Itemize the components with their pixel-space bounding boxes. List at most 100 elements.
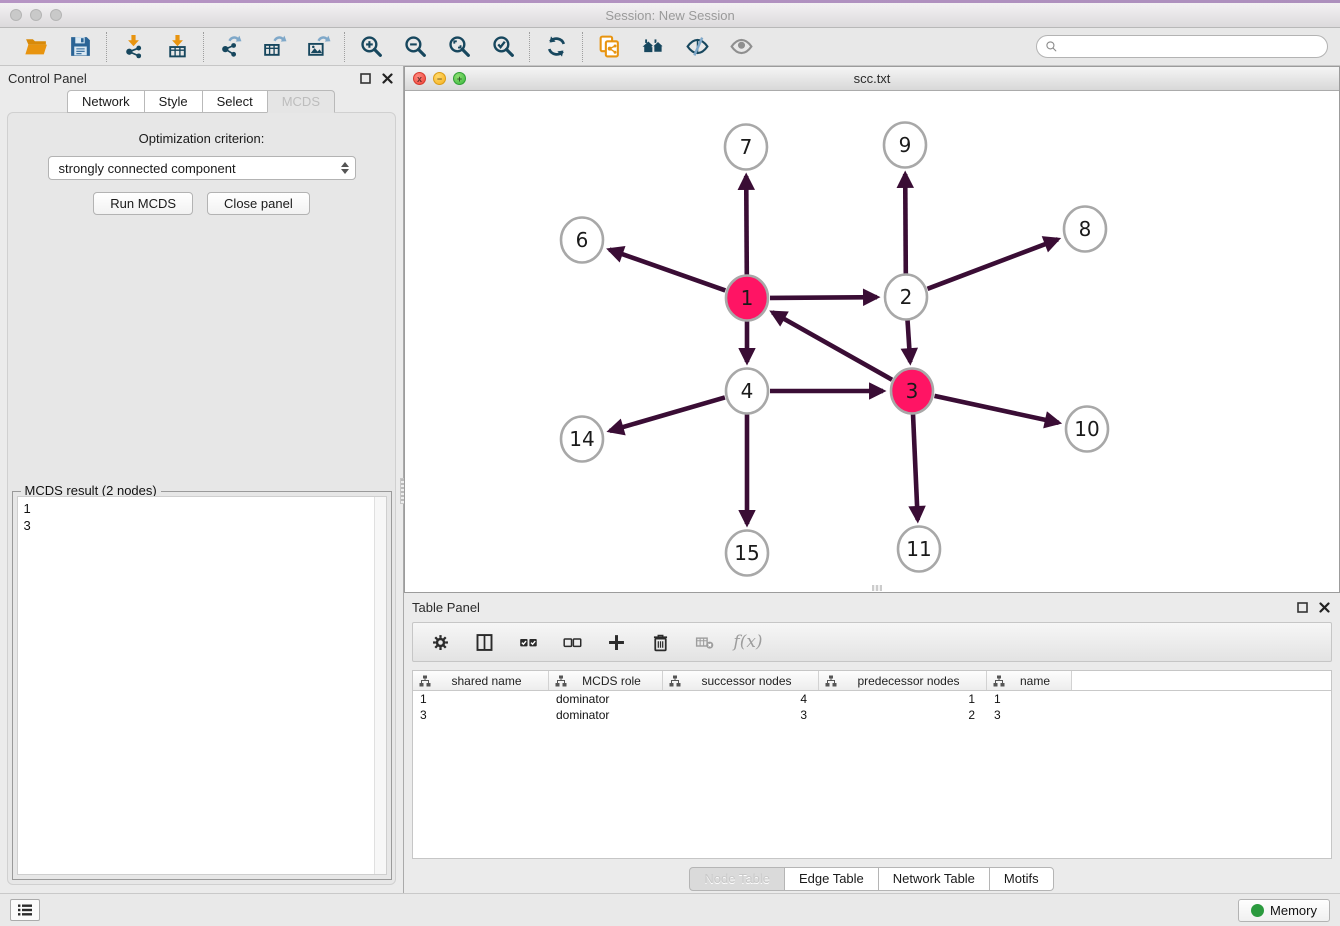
zoom-out-icon[interactable]: [402, 34, 428, 60]
network-minimize-icon[interactable]: −: [433, 72, 446, 85]
graph-node-3[interactable]: 3: [891, 369, 933, 414]
memory-button-label: Memory: [1270, 903, 1317, 918]
main-toolbar: [0, 28, 1340, 66]
column-header-MCDS-role[interactable]: MCDS role: [549, 671, 663, 690]
edge-1-2[interactable]: [770, 297, 877, 298]
table-panel-title: Table Panel: [412, 600, 1288, 615]
cell-predecessor-nodes[interactable]: 2: [819, 707, 987, 723]
float-panel-icon[interactable]: [357, 70, 373, 86]
graph-node-14[interactable]: 14: [561, 417, 603, 462]
close-table-panel-icon[interactable]: [1316, 599, 1332, 615]
node-table: shared nameMCDS rolesuccessor nodesprede…: [412, 670, 1332, 859]
close-panel-button[interactable]: Close panel: [207, 192, 310, 215]
delete-column-icon[interactable]: [649, 631, 671, 653]
cell-successor-nodes[interactable]: 4: [663, 691, 819, 707]
column-header-name[interactable]: name: [987, 671, 1072, 690]
svg-text:11: 11: [906, 537, 931, 561]
show-details-eye-icon[interactable]: [728, 34, 754, 60]
canvas-splitter-handle[interactable]: [872, 585, 882, 591]
tab-network-table[interactable]: Network Table: [878, 867, 990, 891]
select-all-checks-icon[interactable]: [517, 631, 539, 653]
edge-4-14[interactable]: [610, 397, 725, 431]
search-field[interactable]: [1036, 35, 1328, 58]
search-input[interactable]: [1063, 40, 1319, 54]
list-icon: [17, 903, 33, 917]
edge-3-10[interactable]: [935, 396, 1059, 423]
network-close-icon[interactable]: x: [413, 72, 426, 85]
table-row[interactable]: 1dominator411: [413, 691, 1331, 707]
tab-node-table[interactable]: Node Table: [689, 867, 785, 891]
graph-node-9[interactable]: 9: [884, 123, 926, 168]
graph-node-8[interactable]: 8: [1064, 207, 1106, 252]
cell-name[interactable]: 1: [987, 691, 1072, 707]
graph-node-6[interactable]: 6: [561, 218, 603, 263]
column-header-successor-nodes[interactable]: successor nodes: [663, 671, 819, 690]
open-folder-icon[interactable]: [23, 34, 49, 60]
edge-2-3[interactable]: [908, 320, 911, 362]
settings-gear-icon[interactable]: [429, 631, 451, 653]
graph-node-1[interactable]: 1: [726, 276, 768, 321]
edge-3-1[interactable]: [772, 312, 892, 380]
mcds-panel: Optimization criterion: strongly connect…: [7, 112, 396, 885]
home-icon[interactable]: [640, 34, 666, 60]
export-image-icon[interactable]: [305, 34, 331, 60]
add-column-icon[interactable]: [605, 631, 627, 653]
right-column: x − + scc.txt 7968124314101511 Table Pan…: [404, 66, 1340, 893]
search-icon: [1045, 40, 1058, 53]
tab-select[interactable]: Select: [202, 90, 268, 113]
tab-style[interactable]: Style: [144, 90, 203, 113]
import-table-icon[interactable]: [164, 34, 190, 60]
cell-name[interactable]: 3: [987, 707, 1072, 723]
export-table-icon[interactable]: [261, 34, 287, 60]
dropdown-stepper-icon: [341, 162, 349, 174]
graph-canvas[interactable]: 7 9 6 8 1 2 4 3 14 10 15 11: [405, 91, 1339, 592]
task-history-button[interactable]: [10, 899, 40, 921]
table-row[interactable]: 3dominator323: [413, 707, 1331, 723]
run-mcds-button[interactable]: Run MCDS: [93, 192, 193, 215]
column-header-shared-name[interactable]: shared name: [413, 671, 549, 690]
graph-node-11[interactable]: 11: [898, 527, 940, 572]
edge-1-7[interactable]: [746, 176, 747, 275]
edge-1-6[interactable]: [609, 250, 725, 291]
close-panel-icon[interactable]: [379, 70, 395, 86]
cell-shared-name[interactable]: 3: [413, 707, 549, 723]
hide-details-eye-icon[interactable]: [684, 34, 710, 60]
result-scrollbar[interactable]: [374, 497, 386, 874]
cell-MCDS-role[interactable]: dominator: [549, 707, 663, 723]
graph-node-15[interactable]: 15: [726, 531, 768, 576]
zoom-fit-icon[interactable]: [446, 34, 472, 60]
criterion-dropdown[interactable]: strongly connected component: [48, 156, 356, 180]
zoom-selected-icon[interactable]: [490, 34, 516, 60]
network-maximize-icon[interactable]: +: [453, 72, 466, 85]
cell-MCDS-role[interactable]: dominator: [549, 691, 663, 707]
graph-node-7[interactable]: 7: [725, 125, 767, 170]
zoom-in-icon[interactable]: [358, 34, 384, 60]
cell-predecessor-nodes[interactable]: 1: [819, 691, 987, 707]
memory-button[interactable]: Memory: [1238, 899, 1330, 922]
duplicate-network-icon[interactable]: [596, 34, 622, 60]
tab-motifs[interactable]: Motifs: [989, 867, 1054, 891]
edge-2-9[interactable]: [905, 174, 906, 274]
refresh-icon[interactable]: [543, 34, 569, 60]
graph-node-10[interactable]: 10: [1066, 407, 1108, 452]
graph-node-2[interactable]: 2: [885, 275, 927, 320]
tab-network[interactable]: Network: [67, 90, 145, 113]
svg-text:7: 7: [740, 135, 753, 159]
export-network-icon[interactable]: [217, 34, 243, 60]
split-panel-icon[interactable]: [473, 631, 495, 653]
import-network-icon[interactable]: [120, 34, 146, 60]
status-bar: Memory: [0, 893, 1340, 926]
edge-3-11[interactable]: [913, 414, 918, 520]
float-table-panel-icon[interactable]: [1294, 599, 1310, 615]
tab-edge-table[interactable]: Edge Table: [784, 867, 879, 891]
svg-text:2: 2: [900, 285, 913, 309]
edge-2-8[interactable]: [928, 239, 1058, 288]
graph-node-4[interactable]: 4: [726, 369, 768, 414]
deselect-checks-icon[interactable]: [561, 631, 583, 653]
cell-shared-name[interactable]: 1: [413, 691, 549, 707]
cell-successor-nodes[interactable]: 3: [663, 707, 819, 723]
column-header-predecessor-nodes[interactable]: predecessor nodes: [819, 671, 987, 690]
function-fx-icon: f(x): [737, 631, 759, 653]
save-icon[interactable]: [67, 34, 93, 60]
tab-mcds[interactable]: MCDS: [267, 90, 335, 113]
